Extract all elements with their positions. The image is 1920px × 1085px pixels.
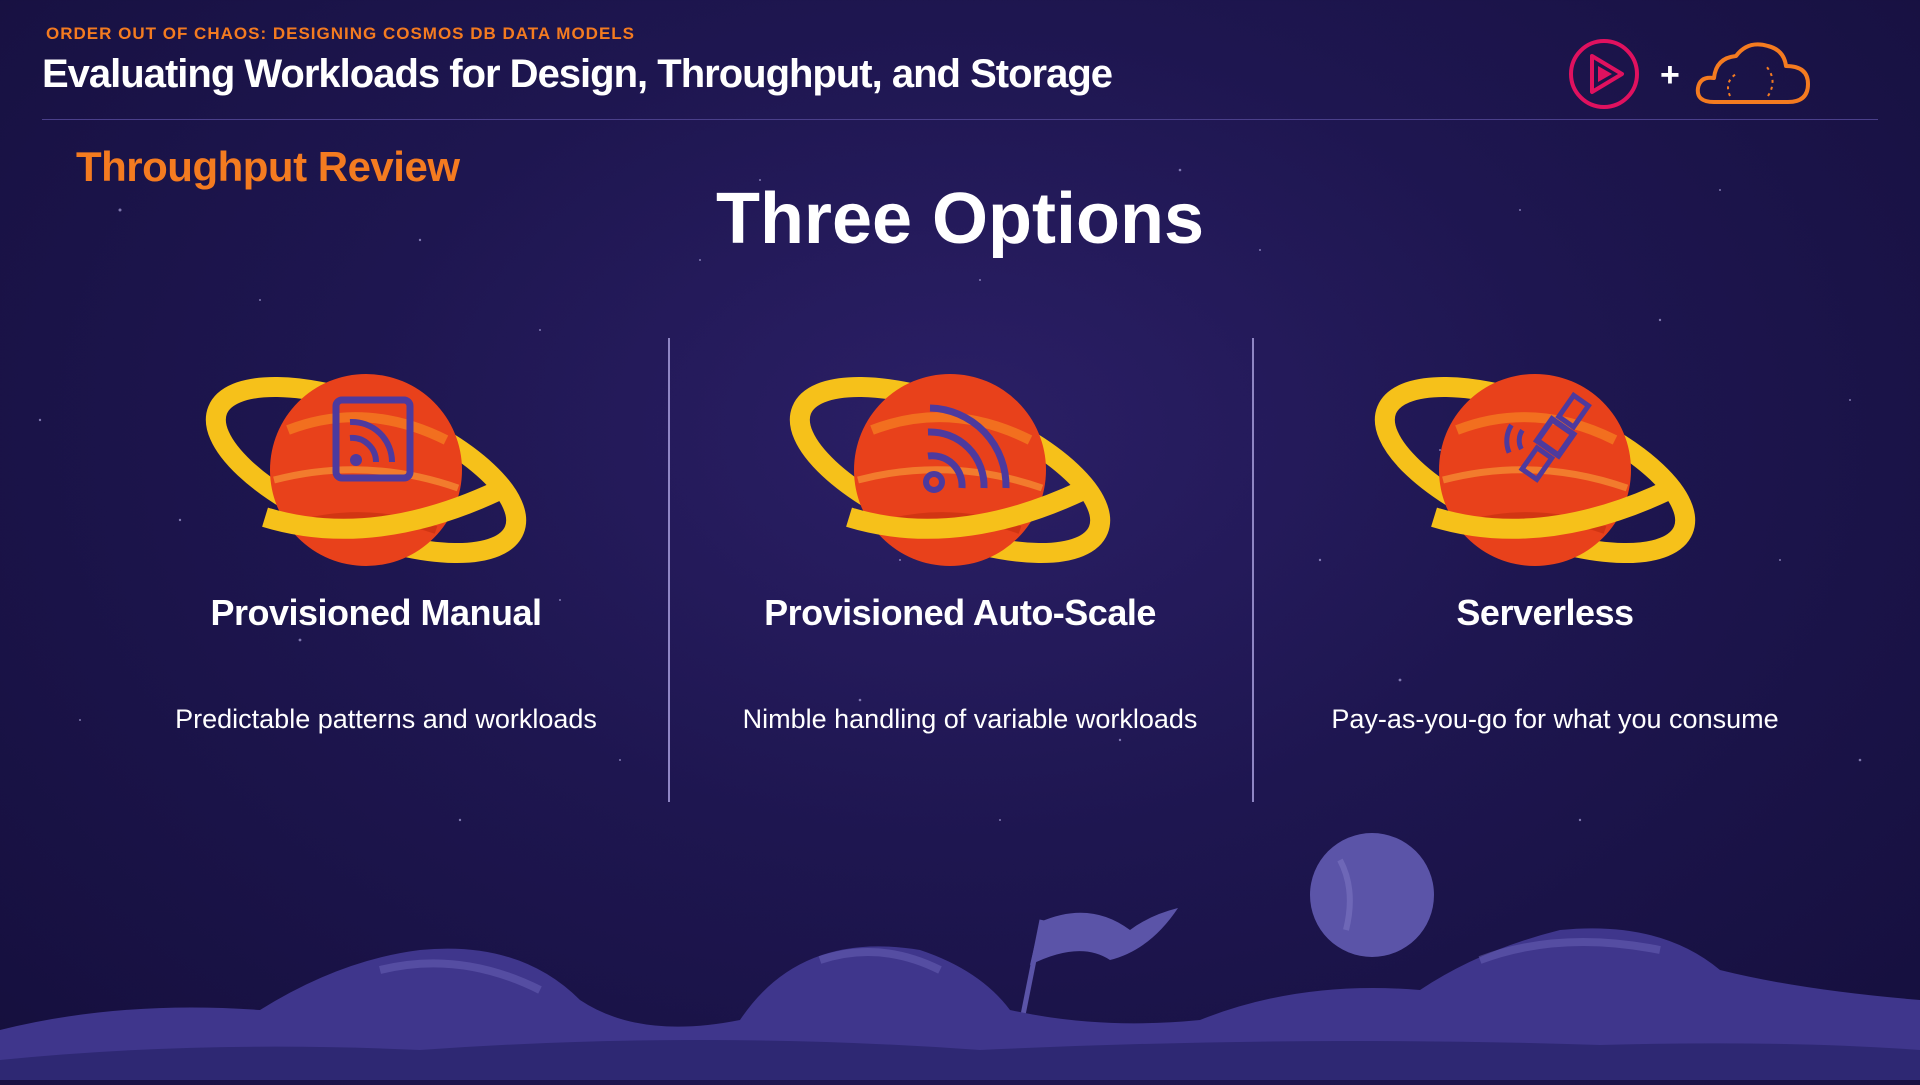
option-description: Pay-as-you-go for what you consume (1331, 704, 1779, 734)
pluralsight-logo (1569, 39, 1639, 109)
planet-icon (1374, 374, 1696, 566)
option-title: Serverless (1456, 592, 1634, 633)
planet-icon (205, 374, 527, 566)
course-label: ORDER OUT OF CHAOS: DESIGNING COSMOS DB … (46, 24, 636, 43)
plus-sign: + (1660, 56, 1680, 94)
option-title: Provisioned Auto-Scale (764, 592, 1156, 633)
option-description: Nimble handling of variable workloads (742, 704, 1198, 734)
logo-group (1569, 39, 1810, 109)
option-provisioned-auto-scale: Provisioned Auto-Scale Nimble handling o… (670, 330, 1250, 800)
cloud-logo (1695, 42, 1810, 104)
planet-icon (789, 374, 1111, 566)
flag-icon (1017, 908, 1178, 1031)
option-description: Predictable patterns and workloads (175, 704, 597, 734)
column-divider (1252, 338, 1254, 802)
slide-heading: Three Options (715, 179, 1205, 259)
header-divider (42, 119, 1878, 120)
option-serverless: Serverless Pay-as-you-go for what you co… (1255, 330, 1835, 800)
moon-landscape-illustration (0, 833, 1920, 1080)
option-title: Provisioned Manual (210, 592, 542, 633)
page-title: Evaluating Workloads for Design, Through… (42, 52, 1113, 96)
moon-icon (1310, 833, 1434, 957)
option-provisioned-manual: Provisioned Manual Predictable patterns … (86, 330, 666, 800)
